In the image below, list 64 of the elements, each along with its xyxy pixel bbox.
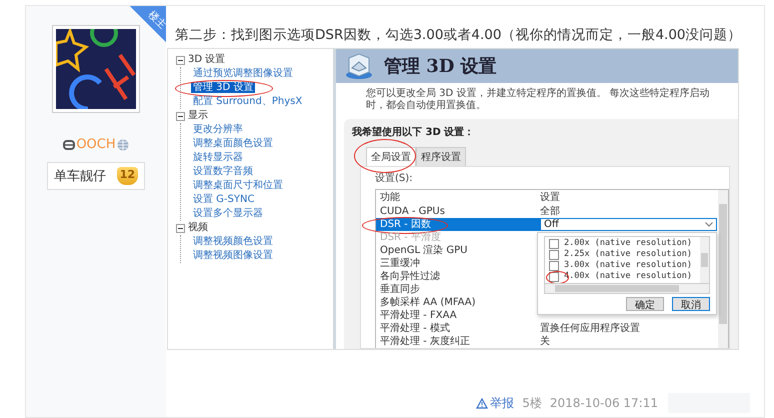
column-header: 设置 [540, 190, 561, 205]
settings-tab[interactable]: 程序设置 [416, 147, 466, 166]
user-title: 单车靓仔 [54, 168, 106, 185]
checkbox[interactable] [549, 250, 559, 260]
collapse-icon[interactable] [176, 224, 185, 232]
panel-description: 您可以更改全局 3D 设置，并建立特定程序的置换值。 每次这些特定程序启动时，都会自动使用置换值。 [365, 86, 711, 113]
level-badge: 12 [116, 167, 138, 185]
warning-icon [476, 398, 488, 408]
chain-icon [63, 140, 76, 150]
feature-cell[interactable]: OpenGL 渲染 GPU [376, 244, 540, 257]
feature-cell[interactable]: 各向异性过滤 [376, 270, 540, 283]
tree-item[interactable]: 调整桌面尺寸和位置 [191, 180, 285, 191]
scrollbar[interactable] [718, 190, 728, 348]
tree-category[interactable]: 显示 [188, 109, 208, 123]
tree-item[interactable]: 更改分辨率 [191, 124, 245, 135]
checkbox[interactable] [549, 272, 559, 282]
value-cell-text: 置换任何应用程序设置 [540, 322, 641, 335]
collapse-icon[interactable] [176, 56, 185, 64]
feature-cell[interactable]: 多帧采样 AA (MFAA) [376, 296, 540, 309]
tree-item[interactable]: 通过预览调整图像设置 [191, 68, 295, 79]
option-label: 3.00x (native resolution) [564, 259, 692, 272]
tree-item[interactable]: 设置多个显示器 [191, 208, 265, 219]
value-dropdown[interactable]: Off [540, 218, 717, 231]
dialog-button[interactable]: 确定 [626, 297, 664, 311]
tree-item[interactable]: 调整桌面颜色设置 [191, 138, 275, 149]
tree-item[interactable]: 调整视频颜色设置 [191, 236, 275, 247]
post-time: 2018-10-06 17:11 [550, 396, 658, 410]
scrollbar[interactable] [700, 237, 709, 283]
settings-heading: 我希望使用以下 3D 设置： [352, 126, 476, 139]
feature-cell[interactable]: 垂直同步 [376, 283, 540, 296]
tree-item[interactable]: 管理 3D 设置 [191, 82, 256, 93]
value-cell-text: 关 [540, 335, 551, 348]
post-text: 第二步：找到图示选项DSR因数，勾选3.00或者4.00（视你的情况而定，一般4.00没问题） [174, 26, 743, 44]
tree-category[interactable]: 视频 [188, 221, 208, 235]
value-cell-text: 全部 [540, 205, 561, 218]
tree-item[interactable]: 旋转显示器 [191, 152, 245, 163]
checkbox[interactable] [549, 238, 559, 248]
tree-category[interactable]: 3D 设置 [188, 53, 226, 67]
feature-cell[interactable]: 三重缓冲 [376, 257, 540, 270]
tree-item[interactable]: 配置 Surround、PhysX [191, 96, 304, 107]
feature-cell[interactable]: DSR - 因数 [376, 218, 540, 231]
collapse-icon[interactable] [176, 112, 185, 120]
feature-cell[interactable]: 平滑处理 - 灰度纠正 [376, 335, 540, 348]
settings-label: 设置(S): [375, 172, 414, 185]
checkbox[interactable] [549, 260, 559, 270]
settings-tab[interactable]: 全局设置 [366, 147, 416, 166]
scrollbar[interactable] [544, 283, 710, 294]
floor-number: 5楼 [522, 394, 542, 412]
feature-cell[interactable]: CUDA - GPUs [376, 205, 540, 218]
globe-icon [116, 138, 129, 150]
report-link[interactable]: 举报 [476, 394, 514, 412]
option-label: 2.00x (native resolution) [564, 237, 692, 250]
op-ribbon: 楼主 [130, 6, 166, 42]
cube-icon [344, 52, 374, 80]
tree-item[interactable]: 设置 G-SYNC [191, 194, 256, 205]
tree-item[interactable]: 调整视频图像设置 [191, 250, 275, 261]
tree-item[interactable]: 设置数字音频 [191, 166, 255, 177]
column-header: 功能 [379, 190, 401, 205]
feature-cell[interactable]: 平滑处理 - 模式 [376, 322, 540, 335]
option-label: 2.25x (native resolution) [564, 248, 692, 260]
panel-title: 管理 3D 设置 [384, 55, 497, 78]
dialog-button[interactable]: 取消 [672, 297, 710, 311]
chevron-down-icon [705, 222, 713, 227]
feature-cell[interactable]: 平滑处理 - FXAA [376, 309, 540, 322]
